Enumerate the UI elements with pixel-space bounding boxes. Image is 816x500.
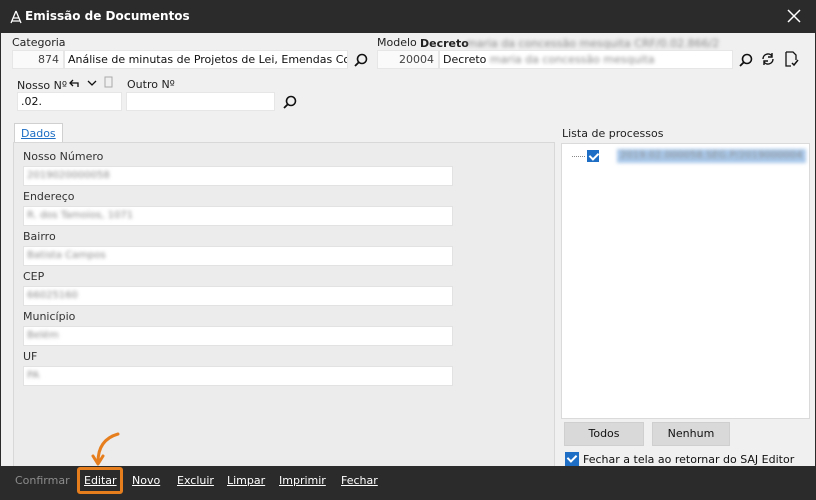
modelo-field[interactable]: Decreto maria da concessão mesquita [439,50,733,69]
processos-list[interactable]: 2019.02.000058.SEG.P/2019000004 [561,143,810,419]
field-label-endereco: Endereço [23,190,75,203]
field-uf[interactable]: PA [23,366,453,386]
modelo-header-name: Decreto [420,37,469,50]
list-item[interactable]: 2019.02.000058.SEG.P/2019000004 [572,148,806,164]
tree-connector [572,155,585,157]
confirmar-button[interactable]: Confirmar [15,474,70,487]
chevron-down-icon[interactable] [86,77,98,89]
document-check-icon[interactable] [783,51,799,67]
field-municipio[interactable]: Belém [23,326,453,346]
field-endereco[interactable]: R. dos Tamoios, 1071 [23,206,453,226]
processos-label: Lista de processos [562,127,664,140]
modelo-label: Modelo [377,36,417,49]
field-label-nosso-numero: Nosso Número [23,150,104,163]
todos-button[interactable]: Todos [564,422,644,446]
field-label-uf: UF [23,350,38,363]
fechar-tela-checkbox[interactable] [565,452,579,466]
field-label-bairro: Bairro [23,230,56,243]
process-checkbox[interactable] [587,150,599,162]
fechar-tela-label: Fechar a tela ao retornar do SAJ Editor [583,452,795,466]
modelo-value-prefix: Decreto [443,53,487,66]
categoria-field[interactable]: Análise de minutas de Projetos de Lei, E… [64,50,348,69]
imprimir-button[interactable]: Imprimir [279,474,326,487]
title-bar: Emissão de Documentos [0,0,816,33]
field-label-cep: CEP [23,270,45,283]
categoria-code-field[interactable]: 874 [12,50,64,69]
search-icon[interactable] [282,94,298,110]
field-cep[interactable]: 66025160 [23,286,453,306]
fechar-tela-option[interactable]: Fechar a tela ao retornar do SAJ Editor [565,452,794,466]
field-value: Batista Campos [27,250,106,261]
app-icon [10,10,22,24]
close-icon[interactable] [786,8,802,24]
tab-dados[interactable]: Dados [14,123,63,143]
copy-icon[interactable] [104,76,114,88]
nenhum-button[interactable]: Nenhum [652,422,730,446]
field-value: 66025160 [27,290,78,301]
field-label-municipio: Município [23,310,76,323]
modelo-value-detail: maria da concessão mesquita [489,53,655,66]
search-icon[interactable] [353,52,369,68]
fechar-button[interactable]: Fechar [341,474,378,487]
field-value: R. dos Tamoios, 1071 [27,210,134,221]
modelo-header-detail: maria da concessão mesquita CRF/0.02.866… [466,37,720,50]
window-title: Emissão de Documentos [25,9,190,23]
field-value: 2019020000058 [27,170,110,181]
outro-field[interactable] [126,92,275,111]
refresh-icon[interactable] [760,51,776,67]
excluir-button[interactable]: Excluir [177,474,214,487]
field-bairro[interactable]: Batista Campos [23,246,453,266]
categoria-label: Categoria [12,36,66,49]
process-number: 2019.02.000058.SEG.P/2019000004 [617,149,806,163]
undo-icon[interactable] [68,77,80,89]
nosso-field[interactable]: .02. [17,92,122,111]
outro-label: Outro Nº [127,78,175,91]
novo-button[interactable]: Novo [132,474,160,487]
dialog-body: Categoria 874 Análise de minutas de Proj… [1,33,815,467]
search-icon[interactable] [738,52,754,68]
field-value: PA [27,370,40,381]
nosso-label: Nosso Nº [17,79,68,92]
dados-panel: Nosso Número 2019020000058 Endereço R. d… [13,142,555,467]
field-value: Belém [27,330,59,341]
pointer-arrow-icon [91,432,120,466]
limpar-button[interactable]: Limpar [227,474,265,487]
editar-highlight [77,467,123,494]
modelo-code-field[interactable]: 20004 [377,50,439,69]
field-nosso-numero[interactable]: 2019020000058 [23,166,453,186]
